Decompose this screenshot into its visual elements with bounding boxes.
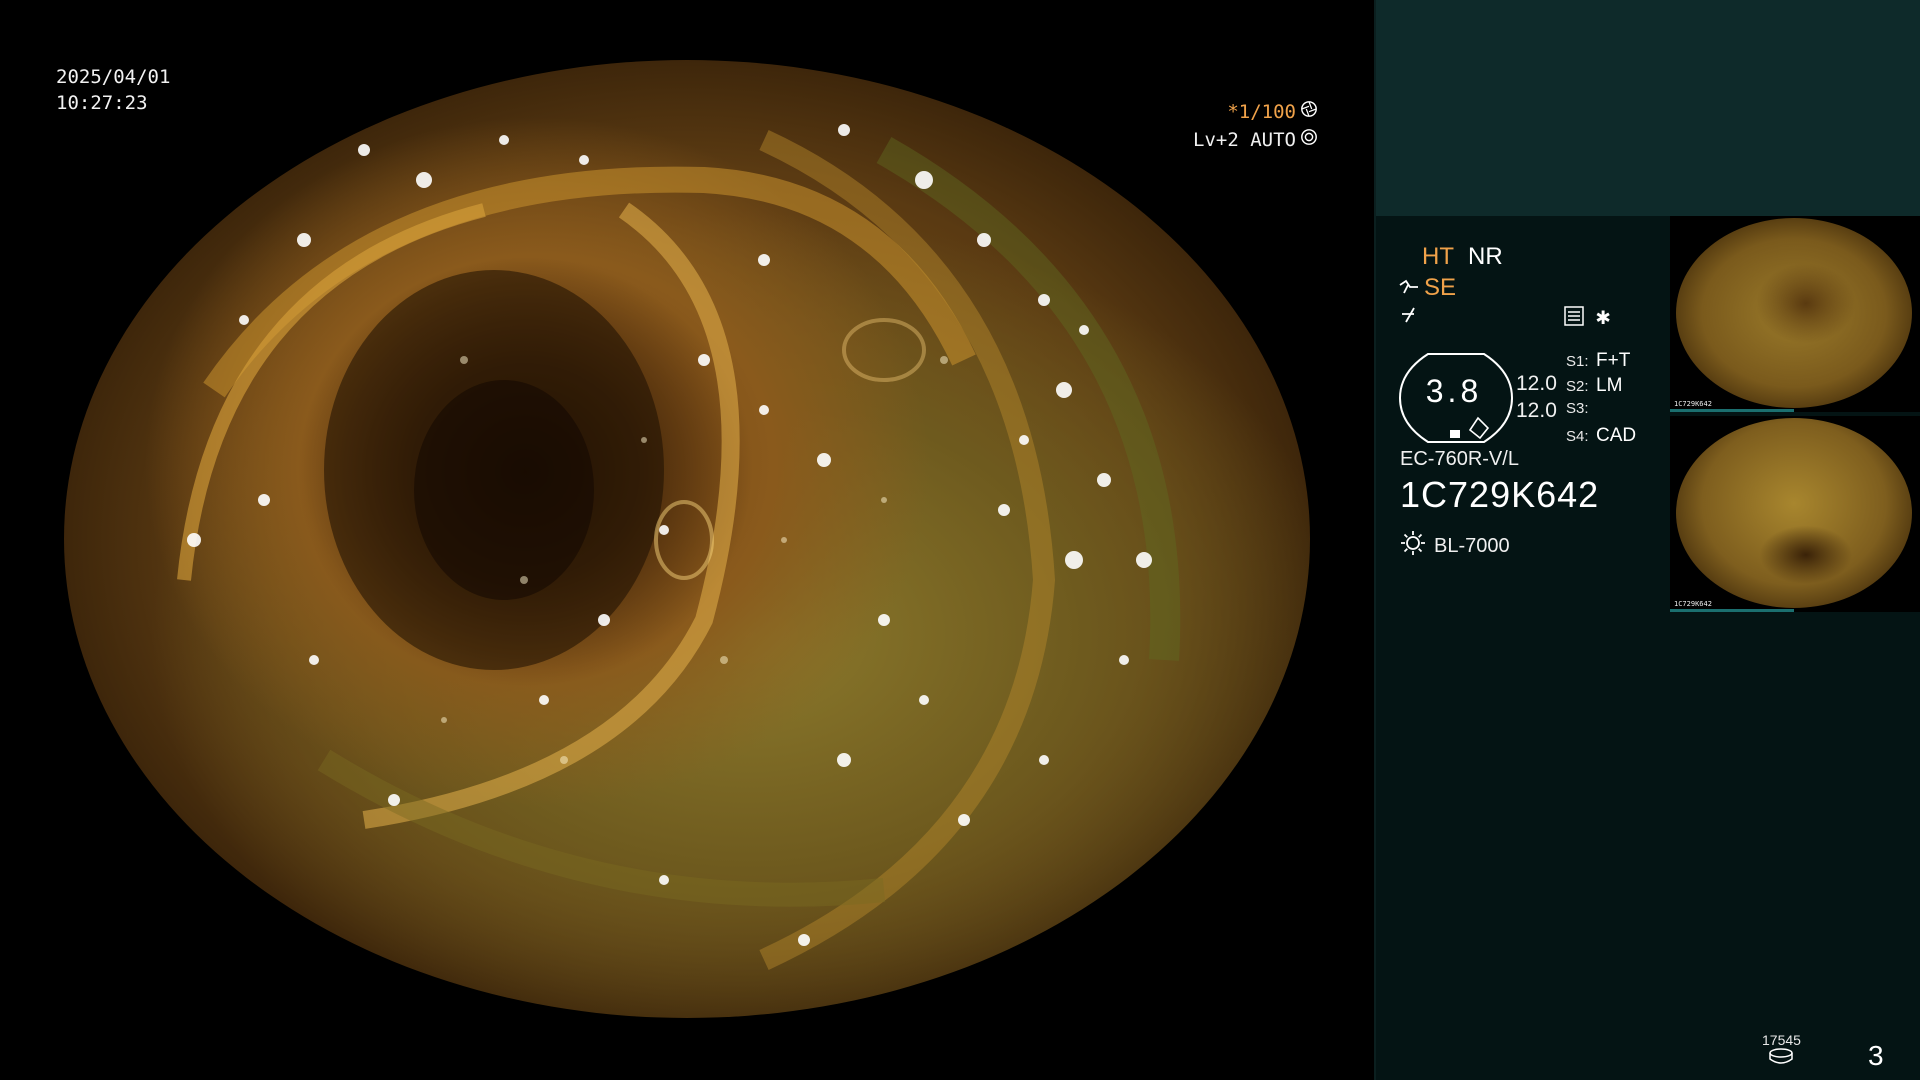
- structure-enhance-row: SE: [1398, 274, 1456, 302]
- switch-key: S1:: [1566, 353, 1589, 370]
- image-mode-row: HT NR: [1422, 243, 1503, 271]
- gauge-number-1: 12.0: [1516, 372, 1557, 395]
- thumbnail-label: 1C729K642: [1674, 400, 1712, 408]
- shutter-speed-indicator: *1/100: [1227, 100, 1318, 123]
- switch-assignments: S1: F+T S2: LM S3: S4: CAD: [1566, 350, 1636, 450]
- iris-text: Lv+2 AUTO: [1193, 128, 1296, 151]
- sun-icon: [1400, 530, 1426, 562]
- menu-icon: [1564, 306, 1584, 326]
- thumbnail-bar: [1670, 409, 1794, 412]
- date-text: 2025/04/01: [56, 66, 171, 88]
- light-source-text: BL-7000: [1434, 534, 1510, 557]
- date-time-stamp: 2025/04/01 10:27:23: [56, 64, 170, 116]
- gauge-value: 3.8: [1425, 373, 1483, 409]
- aperture-icon: [1300, 100, 1318, 123]
- switch-key: S3:: [1566, 400, 1589, 417]
- switch-row: S3:: [1566, 400, 1636, 425]
- freeze-icon: [1400, 304, 1420, 328]
- thumbnail-bar: [1670, 609, 1794, 612]
- gauge-number-2: 12.0: [1516, 399, 1557, 422]
- thumbnail-image: [1676, 218, 1912, 408]
- gauge-numbers: 12.0 12.0: [1516, 370, 1557, 424]
- scope-model: EC-760R-V/L: [1400, 448, 1519, 470]
- switch-key: S2:: [1566, 378, 1589, 395]
- mucosa-texture: [177, 124, 1181, 970]
- mode-nr: NR: [1468, 243, 1503, 270]
- iris-icon: [1300, 128, 1318, 151]
- thumbnail-label: 1C729K642: [1674, 600, 1712, 608]
- time-text: 10:27:23: [56, 92, 148, 114]
- mode-se: SE: [1424, 274, 1457, 301]
- endoscope-live-view: [64, 60, 1310, 1018]
- enhance-icon: [1398, 275, 1420, 301]
- storage-count: 17545: [1762, 1032, 1801, 1048]
- scope-serial: 1C729K642: [1400, 474, 1600, 515]
- light-source-row: BL-7000: [1400, 530, 1510, 562]
- switch-value: F+T: [1596, 350, 1631, 371]
- switch-row: S4: CAD: [1566, 425, 1636, 450]
- panel-header-area: [1374, 0, 1920, 216]
- switch-key: S4:: [1566, 428, 1589, 445]
- storage-indicator: 17545: [1762, 1032, 1801, 1067]
- captured-thumbnail[interactable]: 1C729K642: [1670, 416, 1920, 612]
- thumbnail-image: [1676, 418, 1912, 608]
- switch-row: S1: F+T: [1566, 350, 1636, 375]
- captured-thumbnail[interactable]: 1C729K642: [1670, 216, 1920, 412]
- switch-value: CAD: [1596, 425, 1637, 446]
- mode-ht: HT: [1422, 243, 1454, 270]
- iris-indicator: Lv+2 AUTO: [1193, 128, 1318, 151]
- switch-value: LM: [1596, 375, 1623, 396]
- asterisk-icon: ✱: [1596, 302, 1611, 330]
- page-number: 3: [1868, 1040, 1884, 1071]
- switch-row: S2: LM: [1566, 375, 1636, 400]
- shutter-text: *1/100: [1227, 100, 1296, 123]
- disk-icon: [1762, 1048, 1801, 1067]
